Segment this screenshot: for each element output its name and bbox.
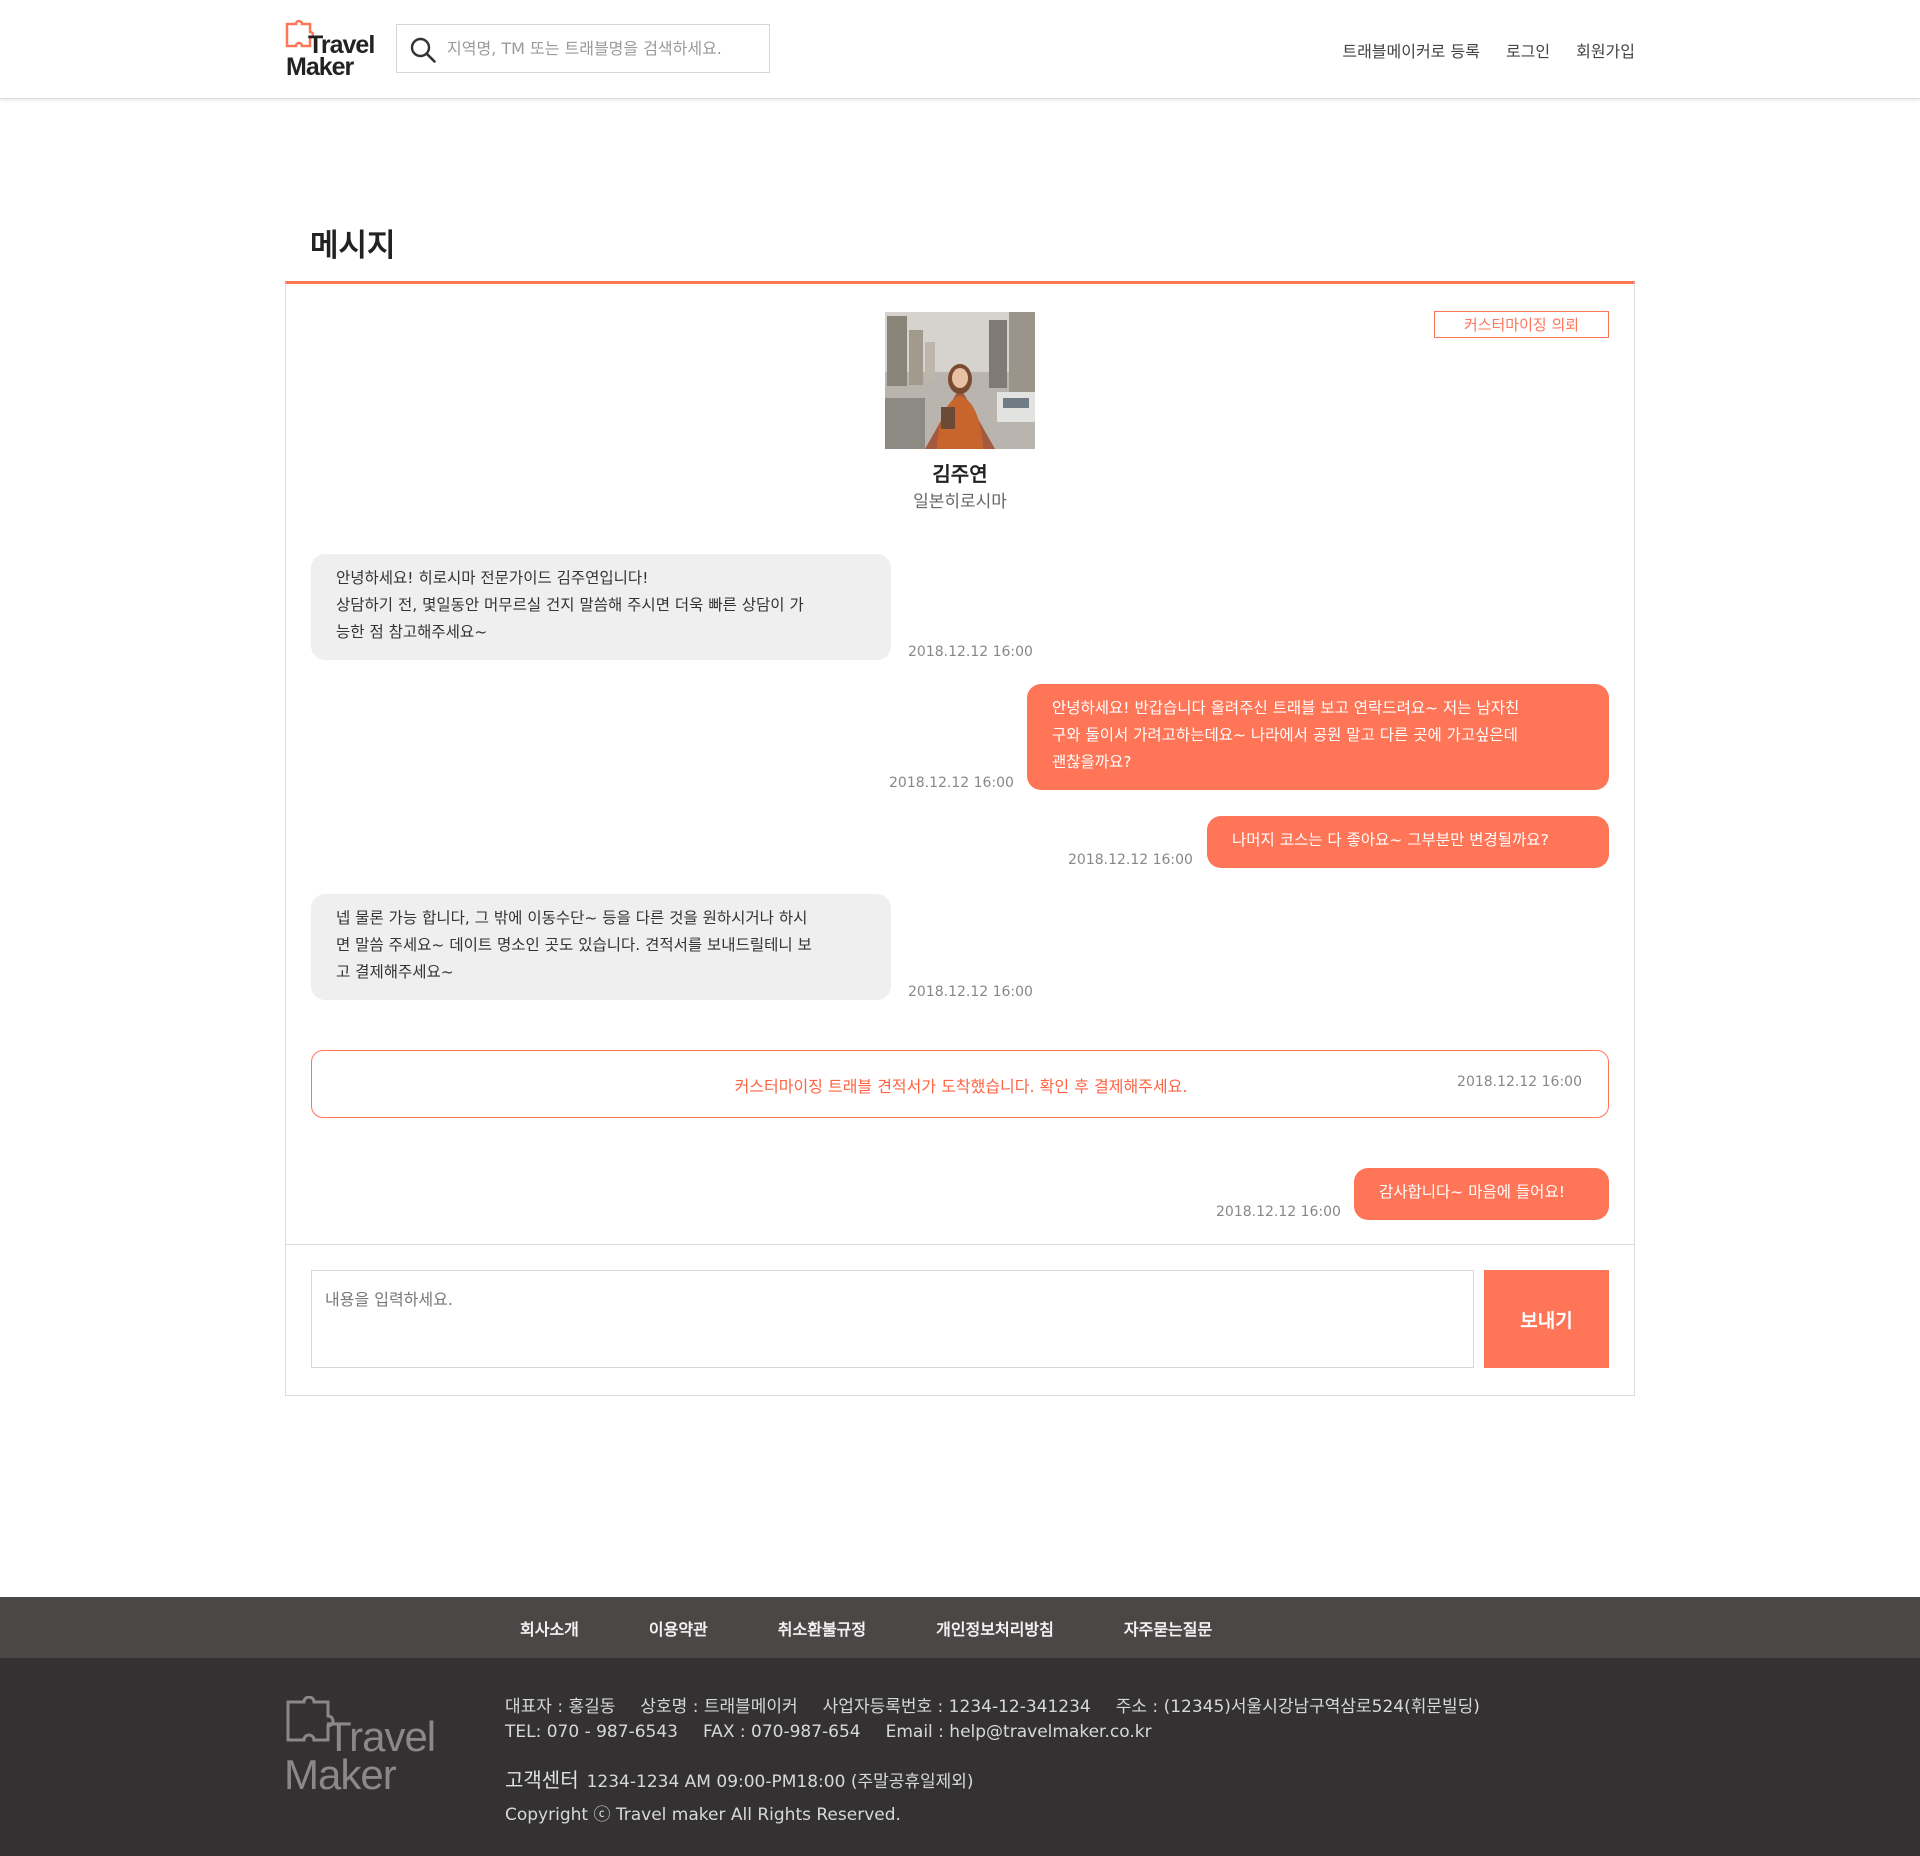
message-text: 상담하기 전, 몇일동안 머무르실 건지 말씀해 주시면 더욱 빠른 상담이 가 (336, 596, 804, 614)
site-footer: Travel Maker 대표자 : 홍길동 상호명 : 트래블메이커 사업자등록번… (0, 1658, 1920, 1856)
custom-request-button[interactable]: 커스터마이징 의뢰 (1434, 311, 1609, 338)
logo-text-maker: Maker (286, 53, 354, 81)
business-number-info: 사업자등록번호 : 1234-12-341234 (822, 1697, 1091, 1717)
message-bubble-outgoing: 감사합니다~ 마음에 들어요! (1354, 1168, 1609, 1220)
message-input[interactable] (311, 1270, 1474, 1368)
message-timestamp: 2018.12.12 16:00 (908, 984, 1033, 1000)
message-timestamp: 2018.12.12 16:00 (889, 775, 1014, 791)
search-input[interactable] (447, 33, 757, 63)
company-info-line1: 대표자 : 홍길동 상호명 : 트래블메이커 사업자등록번호 : 1234-12-3… (505, 1692, 1505, 1717)
footer-link-privacy[interactable]: 개인정보처리방침 (936, 1616, 1054, 1640)
site-header: Travel Maker 트래블메이커로 등록 로그인 회원가입 (0, 0, 1920, 99)
message-panel: 커스터마이징 의뢰 김주연 일본히로시마 안녕하세요! 히로시마 전문가이드 김… (285, 281, 1635, 1396)
guide-avatar[interactable] (885, 312, 1035, 449)
message-text: 넵 물론 가능 합니다, 그 밖에 이동수단~ 등을 다른 것을 원하시거나 하… (336, 909, 808, 927)
quote-arrived-notice[interactable]: 커스터마이징 트래블 견적서가 도착했습니다. 확인 후 결제해주세요. 201… (311, 1050, 1609, 1118)
message-timestamp: 2018.12.12 16:00 (908, 644, 1033, 660)
message-text: 감사합니다~ 마음에 들어요! (1379, 1183, 1565, 1201)
message-text: 나머지 코스는 다 좋아요~ 그부분만 변경될까요? (1232, 831, 1549, 849)
message-bubble-incoming: 넵 물론 가능 합니다, 그 밖에 이동수단~ 등을 다른 것을 원하시거나 하… (311, 894, 891, 1000)
footer-link-faq[interactable]: 자주묻는질문 (1124, 1616, 1212, 1640)
company-name-info: 상호명 : 트래블메이커 (640, 1697, 798, 1717)
tel-info: TEL: 070 - 987-6543 (505, 1722, 678, 1742)
company-info-line2: TEL: 070 - 987-6543 FAX : 070-987-654 Emai… (505, 1722, 1177, 1742)
page-title: 메시지 (310, 228, 396, 264)
travelmaker-logo[interactable]: Travel Maker (284, 20, 375, 81)
footer-logo: Travel Maker (284, 1696, 444, 1800)
message-text: 능한 점 참고해주세요~ (336, 623, 488, 641)
footer-link-company[interactable]: 회사소개 (520, 1616, 579, 1640)
customer-center-hours: 1234-1234 AM 09:00-PM18:00 (주말공휴일제외) (586, 1772, 974, 1792)
divider (286, 1244, 1634, 1245)
avatar-photo (885, 312, 1035, 449)
guide-location: 일본히로시마 (913, 492, 1007, 512)
search-icon[interactable] (409, 36, 437, 64)
nav-signup[interactable]: 회원가입 (1576, 38, 1635, 62)
message-timestamp: 2018.12.12 16:00 (1216, 1204, 1341, 1220)
nav-register-travelmaker[interactable]: 트래블메이커로 등록 (1342, 38, 1480, 62)
footer-logo-maker: Maker (284, 1751, 397, 1798)
copyright: Copyright ⓒ Travel maker All Rights Rese… (505, 1805, 901, 1825)
message-text: 면 말씀 주세요~ 데이트 명소인 곳도 있습니다. 견적서를 보내드릴테니 보 (336, 936, 812, 954)
send-button[interactable]: 보내기 (1484, 1270, 1609, 1368)
footer-link-refund[interactable]: 취소환불규정 (778, 1616, 866, 1640)
notice-text: 커스터마이징 트래블 견적서가 도착했습니다. 확인 후 결제해주세요. (734, 1077, 1188, 1096)
message-text: 고 결제해주세요~ (336, 963, 454, 981)
message-text: 안녕하세요! 반갑습니다 올려주신 트래블 보고 연락드려요~ 저는 남자친 (1052, 699, 1520, 717)
message-bubble-outgoing: 나머지 코스는 다 좋아요~ 그부분만 변경될까요? (1207, 816, 1609, 868)
customer-center: 고객센터 1234-1234 AM 09:00-PM18:00 (주말공휴일제외) (505, 1764, 999, 1793)
message-bubble-outgoing: 안녕하세요! 반갑습니다 올려주신 트래블 보고 연락드려요~ 저는 남자친 구… (1027, 684, 1609, 790)
message-bubble-incoming: 안녕하세요! 히로시마 전문가이드 김주연입니다! 상담하기 전, 몇일동안 머… (311, 554, 891, 660)
fax-info: FAX : 070-987-654 (702, 1722, 861, 1742)
message-text: 구와 둘이서 가려고하는데요~ 나라에서 공원 말고 다른 곳에 가고싶은데 (1052, 726, 1518, 744)
message-text: 괜찮을까요? (1052, 753, 1132, 771)
footer-nav: 회사소개 이용약관 취소환불규정 개인정보처리방침 자주묻는질문 (0, 1597, 1920, 1658)
message-text: 안녕하세요! 히로시마 전문가이드 김주연입니다! (336, 569, 649, 587)
address-info: 주소 : (12345)서울시강남구역삼로524(휘문빌딩) (1115, 1697, 1480, 1717)
ceo-info: 대표자 : 홍길동 (505, 1697, 616, 1717)
message-timestamp: 2018.12.12 16:00 (1068, 852, 1193, 868)
customer-center-label: 고객센터 (505, 1768, 579, 1792)
top-nav: 트래블메이커로 등록 로그인 회원가입 (1342, 38, 1635, 62)
footer-link-terms[interactable]: 이용약관 (649, 1616, 708, 1640)
email-info: Email : help@travelmaker.co.kr (885, 1722, 1152, 1742)
search-box (396, 24, 770, 73)
notice-timestamp: 2018.12.12 16:00 (1457, 1074, 1582, 1090)
guide-name: 김주연 (932, 462, 988, 486)
nav-login[interactable]: 로그인 (1506, 38, 1550, 62)
